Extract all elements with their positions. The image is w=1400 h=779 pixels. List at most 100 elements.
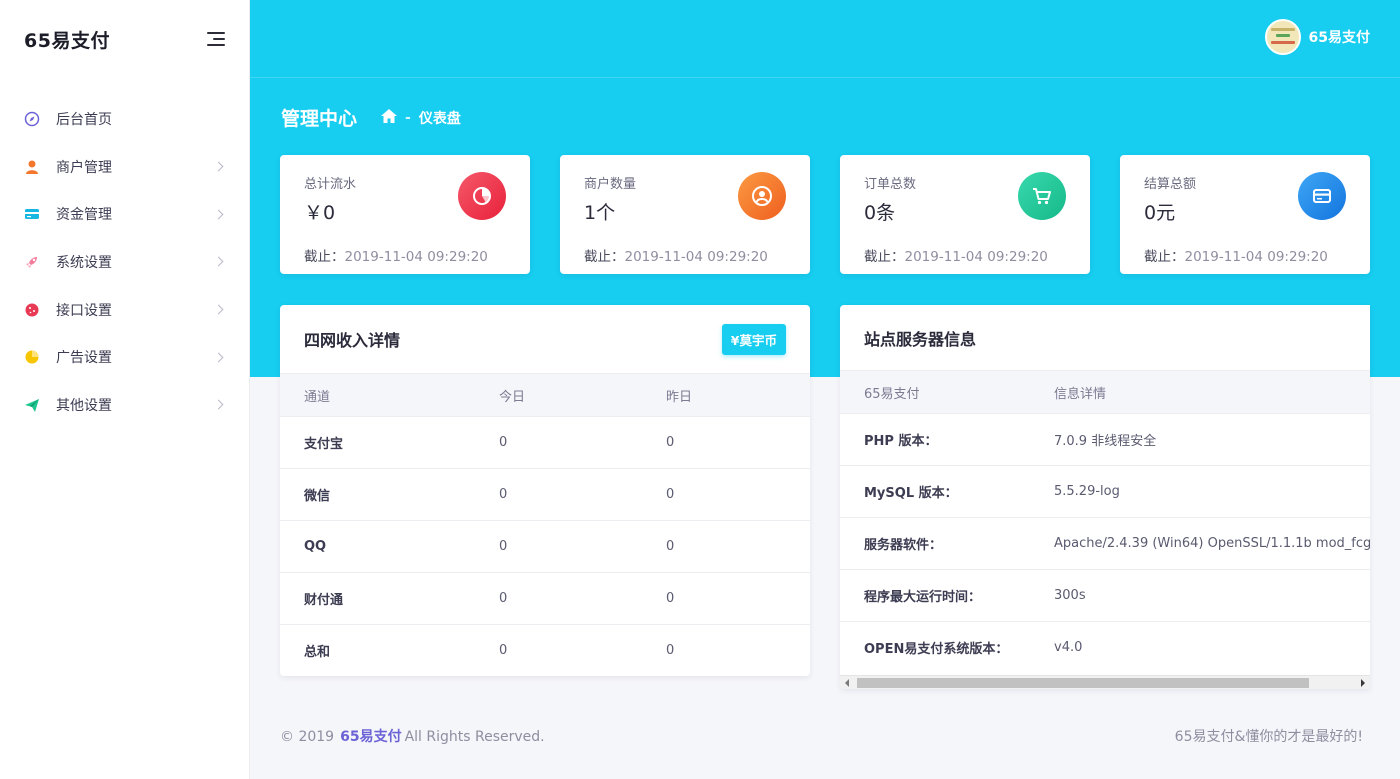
- cell-today: 0: [499, 468, 666, 521]
- scroll-left-icon[interactable]: [845, 679, 849, 687]
- cell-value: v4.0: [1054, 621, 1370, 674]
- cell-yesterday: 0: [666, 416, 810, 469]
- footer-slogan: 65易支付&懂你的才是最好的!: [1174, 729, 1363, 745]
- chevron-right-icon: [213, 209, 224, 220]
- user-icon: [24, 159, 40, 175]
- footer-brand-link[interactable]: 65易支付: [340, 729, 401, 745]
- stat-date: 截止：2019-11-04 09:29:20: [584, 249, 768, 265]
- cell-value: 5.5.29-log: [1054, 465, 1370, 518]
- cell-channel: 财付通: [280, 572, 499, 625]
- sidebar-item-label: 接口设置: [56, 302, 112, 319]
- breadcrumb-current: 仪表盘: [418, 110, 461, 127]
- sidebar-item-label: 其他设置: [56, 397, 112, 414]
- panel-header: 四网收入详情 ¥莫宇币: [280, 305, 810, 373]
- column-header: 昨日: [666, 373, 810, 417]
- table-row: 总和 0 0: [280, 624, 810, 676]
- cell-yesterday: 0: [666, 520, 810, 573]
- income-table: 通道 今日 昨日 支付宝 0 0 微信 0 0 QQ 0 0 财付通 0 0 总…: [280, 373, 810, 676]
- server-table-wrap: 65易支付 信息详情 PHP 版本： 7.0.9 非线程安全 MySQL 版本：…: [840, 370, 1370, 674]
- sidebar-item-system[interactable]: 系统设置: [0, 238, 249, 286]
- sidebar-item-label: 资金管理: [56, 207, 112, 224]
- footer-copyright: © 2019 65易支付 All Rights Reserved.: [280, 726, 545, 746]
- chevron-right-icon: [213, 304, 224, 315]
- panel-header: 站点服务器信息: [840, 305, 1370, 370]
- table-row: 支付宝 0 0: [280, 416, 810, 469]
- table-row: 程序最大运行时间： 300s: [840, 569, 1370, 622]
- rocket-icon: [24, 254, 40, 270]
- footer-rights: All Rights Reserved.: [404, 729, 545, 745]
- panel-title: 站点服务器信息: [864, 329, 977, 349]
- horizontal-scrollbar[interactable]: [840, 675, 1370, 689]
- server-panel: 站点服务器信息 65易支付 信息详情 PHP 版本： 7.0.9 非线程安全 M…: [840, 305, 1370, 689]
- sidebar-item-merchants[interactable]: 商户管理: [0, 143, 249, 191]
- sidebar-item-home[interactable]: 后台首页: [0, 95, 249, 143]
- stat-card-orders: 订单总数 0条 截止：2019-11-04 09:29:20: [840, 155, 1090, 274]
- card-icon: [24, 206, 40, 222]
- cell-today: 0: [499, 572, 666, 625]
- pie-icon: [24, 349, 40, 365]
- stat-date: 截止：2019-11-04 09:29:20: [1144, 249, 1328, 265]
- sidebar-item-other[interactable]: 其他设置: [0, 381, 249, 429]
- cart-icon: [1018, 172, 1066, 220]
- cell-channel: 支付宝: [280, 416, 499, 469]
- home-icon[interactable]: [381, 108, 398, 127]
- scrollbar-thumb[interactable]: [857, 678, 1309, 688]
- table-row: PHP 版本： 7.0.9 非线程安全: [840, 413, 1370, 466]
- sidebar-item-api[interactable]: 接口设置: [0, 286, 249, 334]
- cell-today: 0: [499, 624, 666, 676]
- sidebar-item-label: 商户管理: [56, 159, 112, 176]
- stat-card-revenue: 总计流水 ￥0 截止：2019-11-04 09:29:20: [280, 155, 530, 274]
- cell-value: 7.0.9 非线程安全: [1054, 413, 1370, 466]
- cell-channel: 微信: [280, 468, 499, 521]
- cell-value: 300s: [1054, 569, 1370, 622]
- cell-key: 程序最大运行时间：: [840, 569, 1054, 622]
- cell-value: Apache/2.4.39 (Win64) OpenSSL/1.1.1b mod…: [1054, 517, 1370, 570]
- cell-key: OPEN易支付系统版本：: [840, 621, 1054, 674]
- stat-date: 截止：2019-11-04 09:29:20: [864, 249, 1048, 265]
- brand-name[interactable]: 65易支付: [24, 26, 110, 53]
- income-panel: 四网收入详情 ¥莫宇币 通道 今日 昨日 支付宝 0 0 微信 0 0 QQ 0…: [280, 305, 810, 676]
- page-title: 管理中心: [281, 108, 358, 130]
- panel-title: 四网收入详情: [304, 331, 401, 350]
- menu-toggle-icon[interactable]: [205, 31, 225, 47]
- server-table: 65易支付 信息详情 PHP 版本： 7.0.9 非线程安全 MySQL 版本：…: [840, 370, 1370, 674]
- stat-card-merchants: 商户数量 1个 截止：2019-11-04 09:29:20: [560, 155, 810, 274]
- sidebar-nav: 后台首页 商户管理 资金管理 系统设置 接口设置 广告设置 其他设置: [0, 95, 249, 429]
- cell-yesterday: 0: [666, 624, 810, 676]
- sidebar-item-ads[interactable]: 广告设置: [0, 333, 249, 381]
- currency-badge[interactable]: ¥莫宇币: [721, 323, 786, 355]
- table-row: MySQL 版本： 5.5.29-log: [840, 465, 1370, 518]
- table-header-row: 通道 今日 昨日: [280, 373, 810, 417]
- sidebar-item-funds[interactable]: 资金管理: [0, 190, 249, 238]
- user-circle-icon: [738, 172, 786, 220]
- stat-date: 截止：2019-11-04 09:29:20: [304, 249, 488, 265]
- scroll-right-icon[interactable]: [1361, 679, 1365, 687]
- column-header: 65易支付: [840, 370, 1054, 414]
- cell-key: MySQL 版本：: [840, 465, 1054, 518]
- copyright-year: © 2019: [280, 729, 335, 745]
- cell-yesterday: 0: [666, 468, 810, 521]
- pie-chart-icon: [458, 172, 506, 220]
- cell-yesterday: 0: [666, 572, 810, 625]
- brand: 65易支付: [0, 0, 249, 78]
- table-row: OPEN易支付系统版本： v4.0: [840, 621, 1370, 674]
- sidebar-item-label: 系统设置: [56, 254, 112, 271]
- cell-today: 0: [499, 416, 666, 469]
- cell-channel: 总和: [280, 624, 499, 676]
- sidebar: 65易支付 后台首页 商户管理 资金管理 系统设置 接口设置 广告设置 其他设置: [0, 0, 250, 779]
- chevron-right-icon: [213, 400, 224, 410]
- sidebar-item-label: 后台首页: [56, 111, 112, 128]
- sidebar-item-label: 广告设置: [56, 350, 112, 367]
- stat-card-settlement: 结算总额 0元 截止：2019-11-04 09:29:20: [1120, 155, 1370, 274]
- chevron-right-icon: [213, 352, 224, 363]
- compass-icon: [24, 111, 40, 127]
- user-menu[interactable]: 65易支付: [1264, 19, 1370, 55]
- page-header: 管理中心 - 仪表盘: [281, 104, 461, 131]
- table-row: 财付通 0 0: [280, 572, 810, 625]
- table-header-row: 65易支付 信息详情: [840, 370, 1370, 414]
- send-icon: [24, 397, 40, 413]
- column-header: 信息详情: [1054, 370, 1370, 414]
- breadcrumb: - 仪表盘: [381, 108, 461, 128]
- chevron-right-icon: [213, 256, 224, 267]
- table-row: 微信 0 0: [280, 468, 810, 521]
